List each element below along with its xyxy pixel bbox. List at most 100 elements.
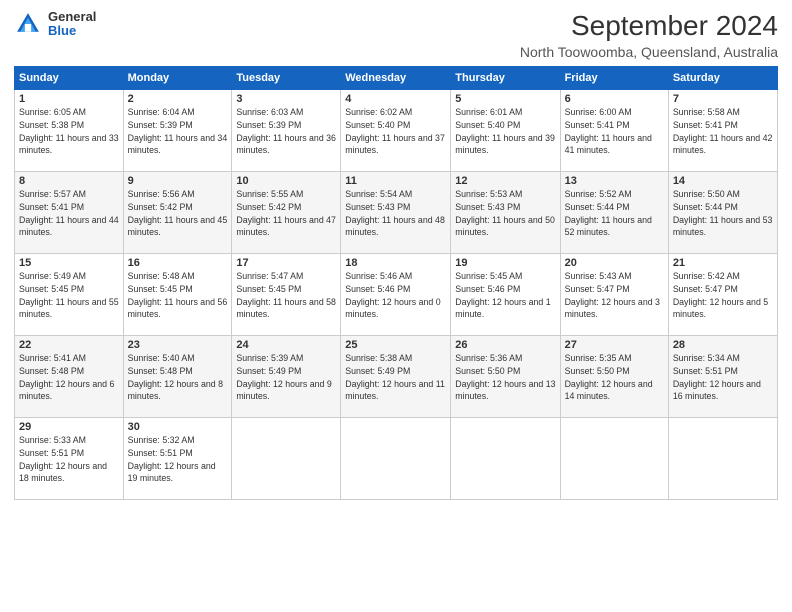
day-info: Sunrise: 6:05 AMSunset: 5:38 PMDaylight:… bbox=[19, 107, 119, 155]
day-number: 28 bbox=[673, 339, 773, 351]
table-row bbox=[451, 418, 560, 500]
day-number: 29 bbox=[19, 421, 119, 433]
logo-text: General Blue bbox=[48, 10, 96, 39]
col-friday: Friday bbox=[560, 67, 668, 90]
col-tuesday: Tuesday bbox=[232, 67, 341, 90]
table-row: 5 Sunrise: 6:01 AMSunset: 5:40 PMDayligh… bbox=[451, 90, 560, 172]
day-number: 16 bbox=[128, 257, 228, 269]
day-info: Sunrise: 5:43 AMSunset: 5:47 PMDaylight:… bbox=[565, 271, 660, 319]
day-info: Sunrise: 5:34 AMSunset: 5:51 PMDaylight:… bbox=[673, 353, 761, 401]
table-row: 23 Sunrise: 5:40 AMSunset: 5:48 PMDaylig… bbox=[123, 336, 232, 418]
day-number: 14 bbox=[673, 175, 773, 187]
day-number: 26 bbox=[455, 339, 555, 351]
day-info: Sunrise: 5:42 AMSunset: 5:47 PMDaylight:… bbox=[673, 271, 768, 319]
calendar-week-5: 29 Sunrise: 5:33 AMSunset: 5:51 PMDaylig… bbox=[15, 418, 778, 500]
table-row bbox=[668, 418, 777, 500]
day-info: Sunrise: 5:33 AMSunset: 5:51 PMDaylight:… bbox=[19, 435, 107, 483]
col-thursday: Thursday bbox=[451, 67, 560, 90]
day-info: Sunrise: 5:48 AMSunset: 5:45 PMDaylight:… bbox=[128, 271, 228, 319]
table-row: 1 Sunrise: 6:05 AMSunset: 5:38 PMDayligh… bbox=[15, 90, 124, 172]
day-info: Sunrise: 6:03 AMSunset: 5:39 PMDaylight:… bbox=[236, 107, 336, 155]
col-wednesday: Wednesday bbox=[341, 67, 451, 90]
day-number: 2 bbox=[128, 93, 228, 105]
day-number: 12 bbox=[455, 175, 555, 187]
col-sunday: Sunday bbox=[15, 67, 124, 90]
logo-general-text: General bbox=[48, 10, 96, 24]
table-row: 16 Sunrise: 5:48 AMSunset: 5:45 PMDaylig… bbox=[123, 254, 232, 336]
day-number: 11 bbox=[345, 175, 446, 187]
table-row: 17 Sunrise: 5:47 AMSunset: 5:45 PMDaylig… bbox=[232, 254, 341, 336]
day-info: Sunrise: 5:56 AMSunset: 5:42 PMDaylight:… bbox=[128, 189, 228, 237]
table-row: 26 Sunrise: 5:36 AMSunset: 5:50 PMDaylig… bbox=[451, 336, 560, 418]
day-info: Sunrise: 5:46 AMSunset: 5:46 PMDaylight:… bbox=[345, 271, 440, 319]
day-number: 30 bbox=[128, 421, 228, 433]
day-number: 25 bbox=[345, 339, 446, 351]
table-row: 18 Sunrise: 5:46 AMSunset: 5:46 PMDaylig… bbox=[341, 254, 451, 336]
logo-icon bbox=[14, 10, 42, 38]
day-number: 20 bbox=[565, 257, 664, 269]
day-number: 19 bbox=[455, 257, 555, 269]
table-row: 8 Sunrise: 5:57 AMSunset: 5:41 PMDayligh… bbox=[15, 172, 124, 254]
table-row bbox=[560, 418, 668, 500]
col-monday: Monday bbox=[123, 67, 232, 90]
table-row: 7 Sunrise: 5:58 AMSunset: 5:41 PMDayligh… bbox=[668, 90, 777, 172]
table-row: 19 Sunrise: 5:45 AMSunset: 5:46 PMDaylig… bbox=[451, 254, 560, 336]
day-info: Sunrise: 5:47 AMSunset: 5:45 PMDaylight:… bbox=[236, 271, 336, 319]
table-row: 29 Sunrise: 5:33 AMSunset: 5:51 PMDaylig… bbox=[15, 418, 124, 500]
day-number: 7 bbox=[673, 93, 773, 105]
col-saturday: Saturday bbox=[668, 67, 777, 90]
day-info: Sunrise: 6:02 AMSunset: 5:40 PMDaylight:… bbox=[345, 107, 445, 155]
table-row: 14 Sunrise: 5:50 AMSunset: 5:44 PMDaylig… bbox=[668, 172, 777, 254]
table-row: 6 Sunrise: 6:00 AMSunset: 5:41 PMDayligh… bbox=[560, 90, 668, 172]
day-number: 5 bbox=[455, 93, 555, 105]
day-number: 23 bbox=[128, 339, 228, 351]
table-row: 3 Sunrise: 6:03 AMSunset: 5:39 PMDayligh… bbox=[232, 90, 341, 172]
table-row: 2 Sunrise: 6:04 AMSunset: 5:39 PMDayligh… bbox=[123, 90, 232, 172]
table-row: 11 Sunrise: 5:54 AMSunset: 5:43 PMDaylig… bbox=[341, 172, 451, 254]
header: General Blue September 2024 North Toowoo… bbox=[14, 10, 778, 60]
calendar-header-row: Sunday Monday Tuesday Wednesday Thursday… bbox=[15, 67, 778, 90]
table-row: 9 Sunrise: 5:56 AMSunset: 5:42 PMDayligh… bbox=[123, 172, 232, 254]
day-number: 9 bbox=[128, 175, 228, 187]
table-row: 12 Sunrise: 5:53 AMSunset: 5:43 PMDaylig… bbox=[451, 172, 560, 254]
logo-area: General Blue bbox=[14, 10, 96, 39]
title-area: September 2024 North Toowoomba, Queensla… bbox=[520, 10, 778, 60]
table-row: 21 Sunrise: 5:42 AMSunset: 5:47 PMDaylig… bbox=[668, 254, 777, 336]
day-number: 18 bbox=[345, 257, 446, 269]
page: General Blue September 2024 North Toowoo… bbox=[0, 0, 792, 612]
table-row bbox=[232, 418, 341, 500]
table-row: 4 Sunrise: 6:02 AMSunset: 5:40 PMDayligh… bbox=[341, 90, 451, 172]
day-number: 15 bbox=[19, 257, 119, 269]
day-number: 13 bbox=[565, 175, 664, 187]
day-info: Sunrise: 5:53 AMSunset: 5:43 PMDaylight:… bbox=[455, 189, 555, 237]
day-info: Sunrise: 5:32 AMSunset: 5:51 PMDaylight:… bbox=[128, 435, 216, 483]
month-title: September 2024 bbox=[520, 10, 778, 42]
day-number: 22 bbox=[19, 339, 119, 351]
day-info: Sunrise: 5:41 AMSunset: 5:48 PMDaylight:… bbox=[19, 353, 114, 401]
day-info: Sunrise: 5:58 AMSunset: 5:41 PMDaylight:… bbox=[673, 107, 773, 155]
day-number: 21 bbox=[673, 257, 773, 269]
subtitle: North Toowoomba, Queensland, Australia bbox=[520, 44, 778, 60]
day-info: Sunrise: 6:04 AMSunset: 5:39 PMDaylight:… bbox=[128, 107, 228, 155]
table-row bbox=[341, 418, 451, 500]
calendar-week-4: 22 Sunrise: 5:41 AMSunset: 5:48 PMDaylig… bbox=[15, 336, 778, 418]
day-number: 4 bbox=[345, 93, 446, 105]
day-number: 6 bbox=[565, 93, 664, 105]
day-info: Sunrise: 5:39 AMSunset: 5:49 PMDaylight:… bbox=[236, 353, 331, 401]
day-info: Sunrise: 5:45 AMSunset: 5:46 PMDaylight:… bbox=[455, 271, 550, 319]
table-row: 10 Sunrise: 5:55 AMSunset: 5:42 PMDaylig… bbox=[232, 172, 341, 254]
day-number: 8 bbox=[19, 175, 119, 187]
table-row: 20 Sunrise: 5:43 AMSunset: 5:47 PMDaylig… bbox=[560, 254, 668, 336]
day-info: Sunrise: 5:38 AMSunset: 5:49 PMDaylight:… bbox=[345, 353, 445, 401]
day-info: Sunrise: 5:36 AMSunset: 5:50 PMDaylight:… bbox=[455, 353, 555, 401]
table-row: 27 Sunrise: 5:35 AMSunset: 5:50 PMDaylig… bbox=[560, 336, 668, 418]
table-row: 15 Sunrise: 5:49 AMSunset: 5:45 PMDaylig… bbox=[15, 254, 124, 336]
day-info: Sunrise: 5:52 AMSunset: 5:44 PMDaylight:… bbox=[565, 189, 652, 237]
day-number: 3 bbox=[236, 93, 336, 105]
table-row: 24 Sunrise: 5:39 AMSunset: 5:49 PMDaylig… bbox=[232, 336, 341, 418]
day-info: Sunrise: 6:00 AMSunset: 5:41 PMDaylight:… bbox=[565, 107, 652, 155]
calendar-week-3: 15 Sunrise: 5:49 AMSunset: 5:45 PMDaylig… bbox=[15, 254, 778, 336]
table-row: 28 Sunrise: 5:34 AMSunset: 5:51 PMDaylig… bbox=[668, 336, 777, 418]
calendar-table: Sunday Monday Tuesday Wednesday Thursday… bbox=[14, 66, 778, 500]
day-info: Sunrise: 5:57 AMSunset: 5:41 PMDaylight:… bbox=[19, 189, 119, 237]
